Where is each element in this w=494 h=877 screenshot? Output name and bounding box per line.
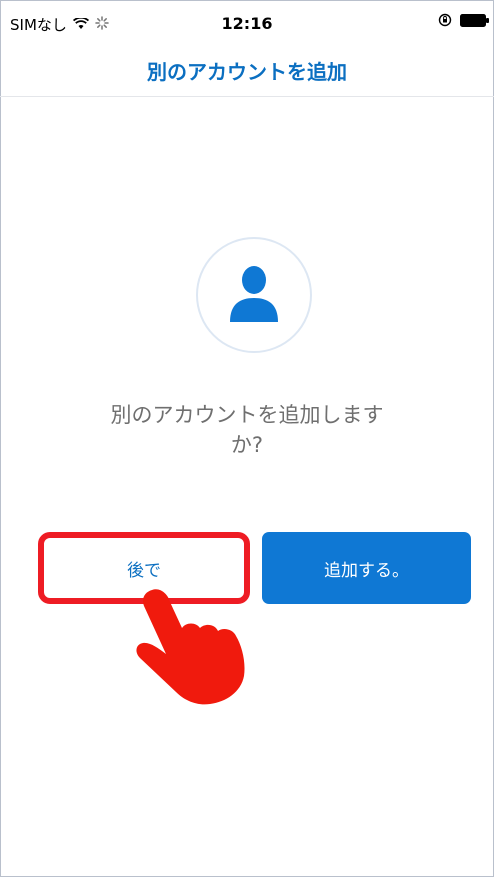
orientation-lock-icon bbox=[438, 13, 452, 31]
status-bar: SIMなし 12:16 bbox=[0, 0, 494, 38]
later-button-label: 後で bbox=[127, 560, 161, 581]
prompt-line-2: か? bbox=[230, 433, 264, 457]
add-account-prompt: 別のアカウントを追加します か? bbox=[60, 400, 434, 460]
prompt-line-1: 別のアカウントを追加します bbox=[110, 403, 384, 427]
person-icon bbox=[224, 260, 284, 330]
avatar bbox=[196, 237, 312, 353]
nav-bar: 別のアカウントを追加 bbox=[0, 38, 494, 97]
status-time: 12:16 bbox=[221, 14, 273, 33]
add-button-label: 追加する。 bbox=[324, 560, 409, 581]
pointing-hand-icon bbox=[130, 588, 260, 712]
battery-icon bbox=[460, 13, 490, 31]
add-button[interactable]: 追加する。 bbox=[262, 532, 471, 604]
status-right bbox=[438, 13, 490, 31]
page-title: 別のアカウントを追加 bbox=[147, 60, 347, 84]
